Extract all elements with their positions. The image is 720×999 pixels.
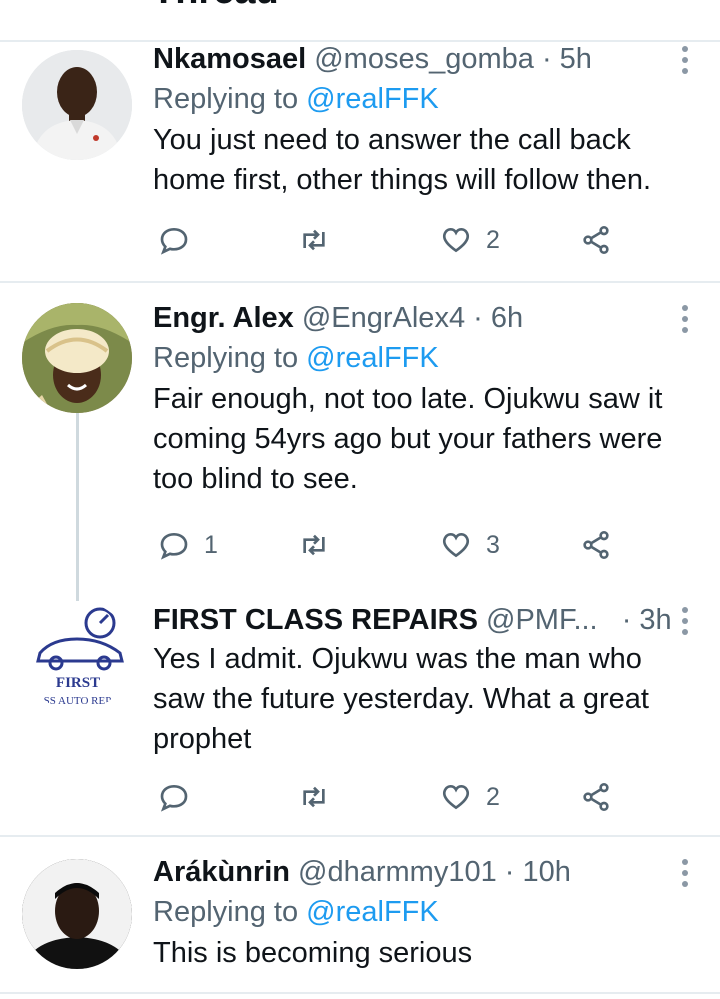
like-button[interactable]: 3: [440, 527, 500, 563]
reply-icon: [160, 532, 188, 560]
like-count: 3: [486, 530, 500, 559]
more-vertical-icon[interactable]: [680, 305, 690, 338]
tweet-actions: 1 3: [158, 527, 628, 563]
avatar[interactable]: [22, 303, 132, 413]
reply-count: 1: [204, 530, 218, 559]
separator-dot: ·: [621, 604, 632, 636]
tweet-text: This is becoming serious: [153, 937, 473, 969]
more-vertical-icon[interactable]: [680, 607, 690, 640]
like-count: 2: [486, 782, 500, 811]
timestamp[interactable]: 3h: [639, 604, 671, 636]
retweet-icon: [303, 534, 325, 556]
heart-icon: [442, 227, 470, 253]
tweet-text: Fair enough, not too late. Ojukwu saw it…: [153, 383, 663, 495]
reply-button[interactable]: [158, 779, 204, 815]
author-handle[interactable]: @PMF...: [486, 604, 598, 636]
retweet-icon: [303, 229, 325, 251]
author-handle[interactable]: @dharmmy101: [298, 856, 497, 888]
timestamp[interactable]: 5h: [560, 43, 592, 75]
replying-to-label: Replying to: [153, 342, 299, 374]
timestamp[interactable]: 6h: [491, 302, 523, 334]
replying-to-label: Replying to: [153, 896, 299, 928]
share-button[interactable]: [580, 779, 612, 815]
timestamp[interactable]: 10h: [523, 856, 571, 888]
avatar-brand-subtext: ASS AUTO REPA: [36, 695, 119, 707]
reply-button[interactable]: 1: [158, 527, 218, 563]
avatar[interactable]: FIRST ASS AUTO REPA: [22, 601, 132, 711]
replying-to-label: Replying to: [153, 83, 299, 115]
heart-icon: [442, 784, 470, 810]
mention-link[interactable]: @realFFK: [306, 83, 439, 115]
mention-link[interactable]: @realFFK: [306, 342, 439, 374]
avatar-brand-text: FIRST: [56, 675, 100, 691]
tweet-text: Yes I admit. Ojukwu was the man who saw …: [153, 643, 649, 755]
retweet-button[interactable]: [298, 222, 344, 258]
thread-line: [76, 407, 79, 603]
more-vertical-icon[interactable]: [680, 46, 690, 79]
author-name[interactable]: Nkamosael: [153, 43, 306, 75]
separator-dot: ·: [541, 43, 552, 75]
tweet-card[interactable]: Arákùnrin @dharmmy101 · 10h Replying to …: [0, 837, 720, 999]
share-button[interactable]: [580, 527, 612, 563]
like-button[interactable]: 2: [440, 222, 500, 258]
author-name[interactable]: FIRST CLASS REPAIRS: [153, 604, 478, 636]
page-title: Thread: [152, 0, 279, 13]
tweet-card[interactable]: Engr. Alex @EngrAlex4 · 6h Replying to @…: [0, 283, 720, 603]
tweet-actions: 2: [158, 222, 628, 258]
separator-dot: ·: [473, 302, 483, 334]
avatar[interactable]: [22, 859, 132, 969]
author-name[interactable]: Arákùnrin: [153, 856, 290, 888]
tweet-card[interactable]: Nkamosael @moses_gomba · 5h Replying to …: [0, 42, 720, 280]
heart-icon: [442, 532, 470, 558]
like-count: 2: [486, 225, 500, 254]
author-handle[interactable]: @moses_gomba: [314, 43, 534, 75]
tweet-card[interactable]: FIRST ASS AUTO REPA FIRST CLASS REPAIRS …: [0, 593, 720, 833]
tweet-text: You just need to answer the call back ho…: [153, 124, 652, 196]
share-button[interactable]: [580, 222, 612, 258]
mention-link[interactable]: @realFFK: [306, 896, 439, 928]
share-icon: [583, 783, 609, 811]
divider: [0, 992, 720, 994]
share-icon: [583, 531, 609, 559]
reply-button[interactable]: [158, 222, 204, 258]
separator-dot: ·: [504, 856, 515, 888]
author-handle[interactable]: @EngrAlex4: [302, 302, 465, 334]
author-name[interactable]: Engr. Alex: [153, 302, 294, 334]
tweet-actions: 2: [158, 779, 628, 815]
more-vertical-icon[interactable]: [680, 859, 690, 892]
reply-icon: [160, 784, 188, 812]
avatar[interactable]: [22, 50, 132, 160]
retweet-button[interactable]: [298, 779, 344, 815]
retweet-button[interactable]: [298, 527, 344, 563]
like-button[interactable]: 2: [440, 779, 500, 815]
reply-icon: [160, 227, 188, 255]
share-icon: [583, 226, 609, 254]
retweet-icon: [303, 786, 325, 808]
